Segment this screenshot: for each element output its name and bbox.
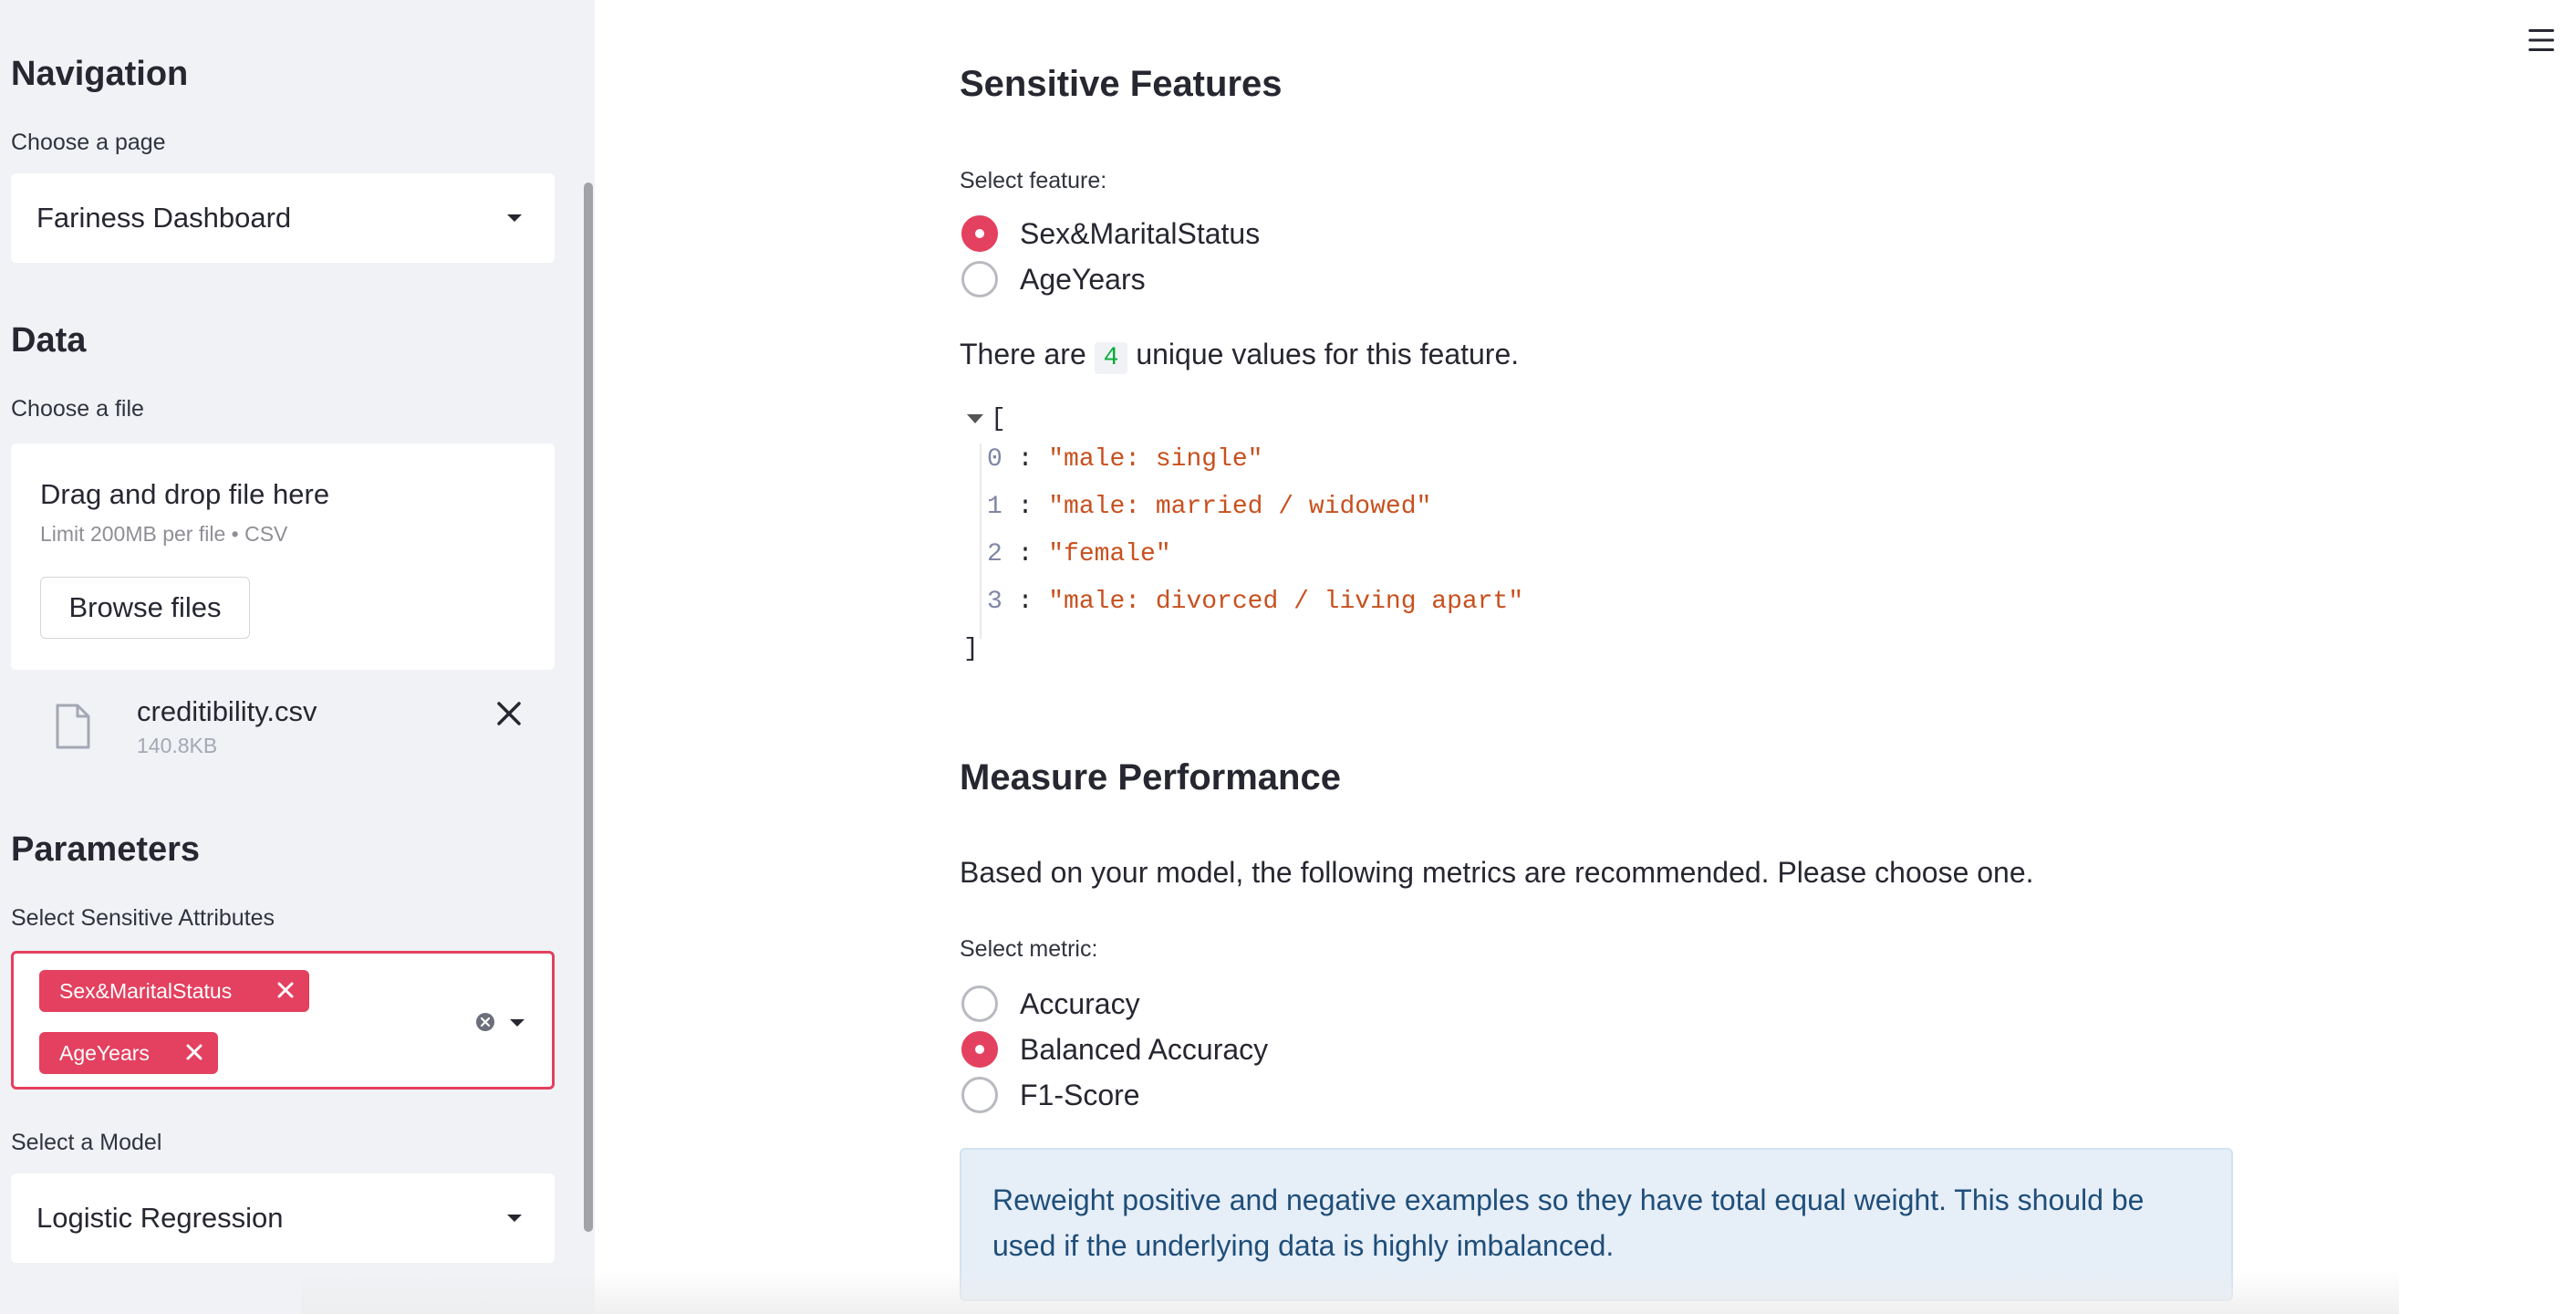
metric-info-text: Reweight positive and negative examples … <box>992 1184 2145 1262</box>
radio-option-balanced-accuracy[interactable]: Balanced Accuracy <box>961 1029 1268 1069</box>
collapse-caret-icon[interactable] <box>967 414 983 423</box>
radio-option-age-years[interactable]: AgeYears <box>961 259 1146 299</box>
choose-page-label: Choose a page <box>11 130 166 155</box>
json-index: 2 <box>987 540 1002 568</box>
radio-button[interactable] <box>961 986 998 1022</box>
radio-label: F1-Score <box>1020 1078 1140 1111</box>
sensitive-features-heading: Sensitive Features <box>960 64 1283 104</box>
unique-prefix: There are <box>960 338 1086 370</box>
radio-label: AgeYears <box>1020 262 1146 296</box>
dropzone-title: Drag and drop file here <box>40 478 330 510</box>
json-entry: 3 : "male: divorced / living apart" <box>987 588 1524 616</box>
radio-option-f1-score[interactable]: F1-Score <box>961 1075 1140 1115</box>
json-entry: 2 : "female" <box>987 540 1171 568</box>
json-value: "male: single" <box>1048 445 1263 474</box>
data-heading: Data <box>11 321 87 360</box>
sidebar-scrollbar[interactable] <box>584 182 593 1232</box>
radio-button-selected[interactable] <box>961 1031 998 1068</box>
bottom-fade <box>301 1270 2399 1314</box>
radio-label: Sex&MaritalStatus <box>1020 216 1261 250</box>
uploaded-file: creditibility.csv 140.8KB <box>11 688 555 770</box>
app-root: Navigation Choose a page Fariness Dashbo… <box>0 0 2576 1314</box>
tag-label: AgeYears <box>59 1040 150 1065</box>
model-select-value: Logistic Regression <box>36 1202 284 1234</box>
remove-file-close-icon[interactable] <box>496 701 522 726</box>
sidebar: Navigation Choose a page Fariness Dashbo… <box>0 0 595 1314</box>
parameters-heading: Parameters <box>11 830 201 869</box>
radio-option-accuracy[interactable]: Accuracy <box>961 984 1140 1024</box>
clear-circle-icon[interactable] <box>475 1012 495 1032</box>
close-icon[interactable] <box>183 1041 205 1063</box>
select-model-label: Select a Model <box>11 1130 162 1155</box>
sensitive-attributes-label: Select Sensitive Attributes <box>11 905 275 931</box>
choose-file-label: Choose a file <box>11 396 144 422</box>
select-metric-label: Select metric: <box>960 936 1098 962</box>
chevron-down-icon <box>507 1215 522 1222</box>
radio-button-selected[interactable] <box>961 215 998 252</box>
unique-count-badge: 4 <box>1094 342 1128 374</box>
select-feature-label: Select feature: <box>960 168 1107 193</box>
selected-tag[interactable]: Sex&MaritalStatus <box>39 970 309 1012</box>
json-value: "female" <box>1048 540 1171 568</box>
radio-label: Accuracy <box>1020 986 1140 1020</box>
hamburger-menu-icon[interactable] <box>2527 27 2556 53</box>
close-icon[interactable] <box>275 979 296 1001</box>
json-index: 1 <box>987 493 1002 521</box>
json-index: 0 <box>987 445 1002 474</box>
main-content: Sensitive Features Select feature: Sex&M… <box>595 0 2576 1314</box>
unique-values-text: There are 4 unique values for this featu… <box>960 338 1520 374</box>
file-icon <box>56 704 90 749</box>
unique-suffix: unique values for this feature. <box>1136 338 1520 370</box>
tag-label: Sex&MaritalStatus <box>59 978 233 1003</box>
page-select[interactable]: Fariness Dashboard <box>11 173 555 263</box>
file-name: creditibility.csv <box>137 695 317 727</box>
json-open-bracket: [ <box>991 405 1006 433</box>
file-dropzone[interactable]: Drag and drop file here Limit 200MB per … <box>11 443 555 670</box>
dropzone-limit: Limit 200MB per file • CSV <box>40 522 288 546</box>
radio-button[interactable] <box>961 261 998 297</box>
json-entry: 1 : "male: married / widowed" <box>987 493 1432 521</box>
metrics-intro-text: Based on your model, the following metri… <box>960 856 2034 889</box>
json-close-bracket: ] <box>963 635 979 663</box>
sensitive-attributes-multiselect[interactable]: Sex&MaritalStatus AgeYears <box>11 951 555 1090</box>
model-select[interactable]: Logistic Regression <box>11 1173 555 1263</box>
json-indent-guide <box>980 443 982 639</box>
selected-tag[interactable]: AgeYears <box>39 1032 218 1074</box>
json-index: 3 <box>987 588 1002 616</box>
json-value: "male: divorced / living apart" <box>1048 588 1524 616</box>
navigation-heading: Navigation <box>11 55 189 93</box>
chevron-down-icon[interactable] <box>510 1019 525 1027</box>
radio-label: Balanced Accuracy <box>1020 1032 1269 1066</box>
page-select-value: Fariness Dashboard <box>36 202 292 234</box>
json-value: "male: married / widowed" <box>1048 493 1432 521</box>
radio-option-sex-marital-status[interactable]: Sex&MaritalStatus <box>961 214 1260 254</box>
chevron-down-icon <box>507 214 522 222</box>
browse-files-button[interactable]: Browse files <box>40 577 250 639</box>
measure-performance-heading: Measure Performance <box>960 757 1341 798</box>
file-size: 140.8KB <box>137 734 218 757</box>
radio-button[interactable] <box>961 1077 998 1113</box>
json-entry: 0 : "male: single" <box>987 445 1263 474</box>
